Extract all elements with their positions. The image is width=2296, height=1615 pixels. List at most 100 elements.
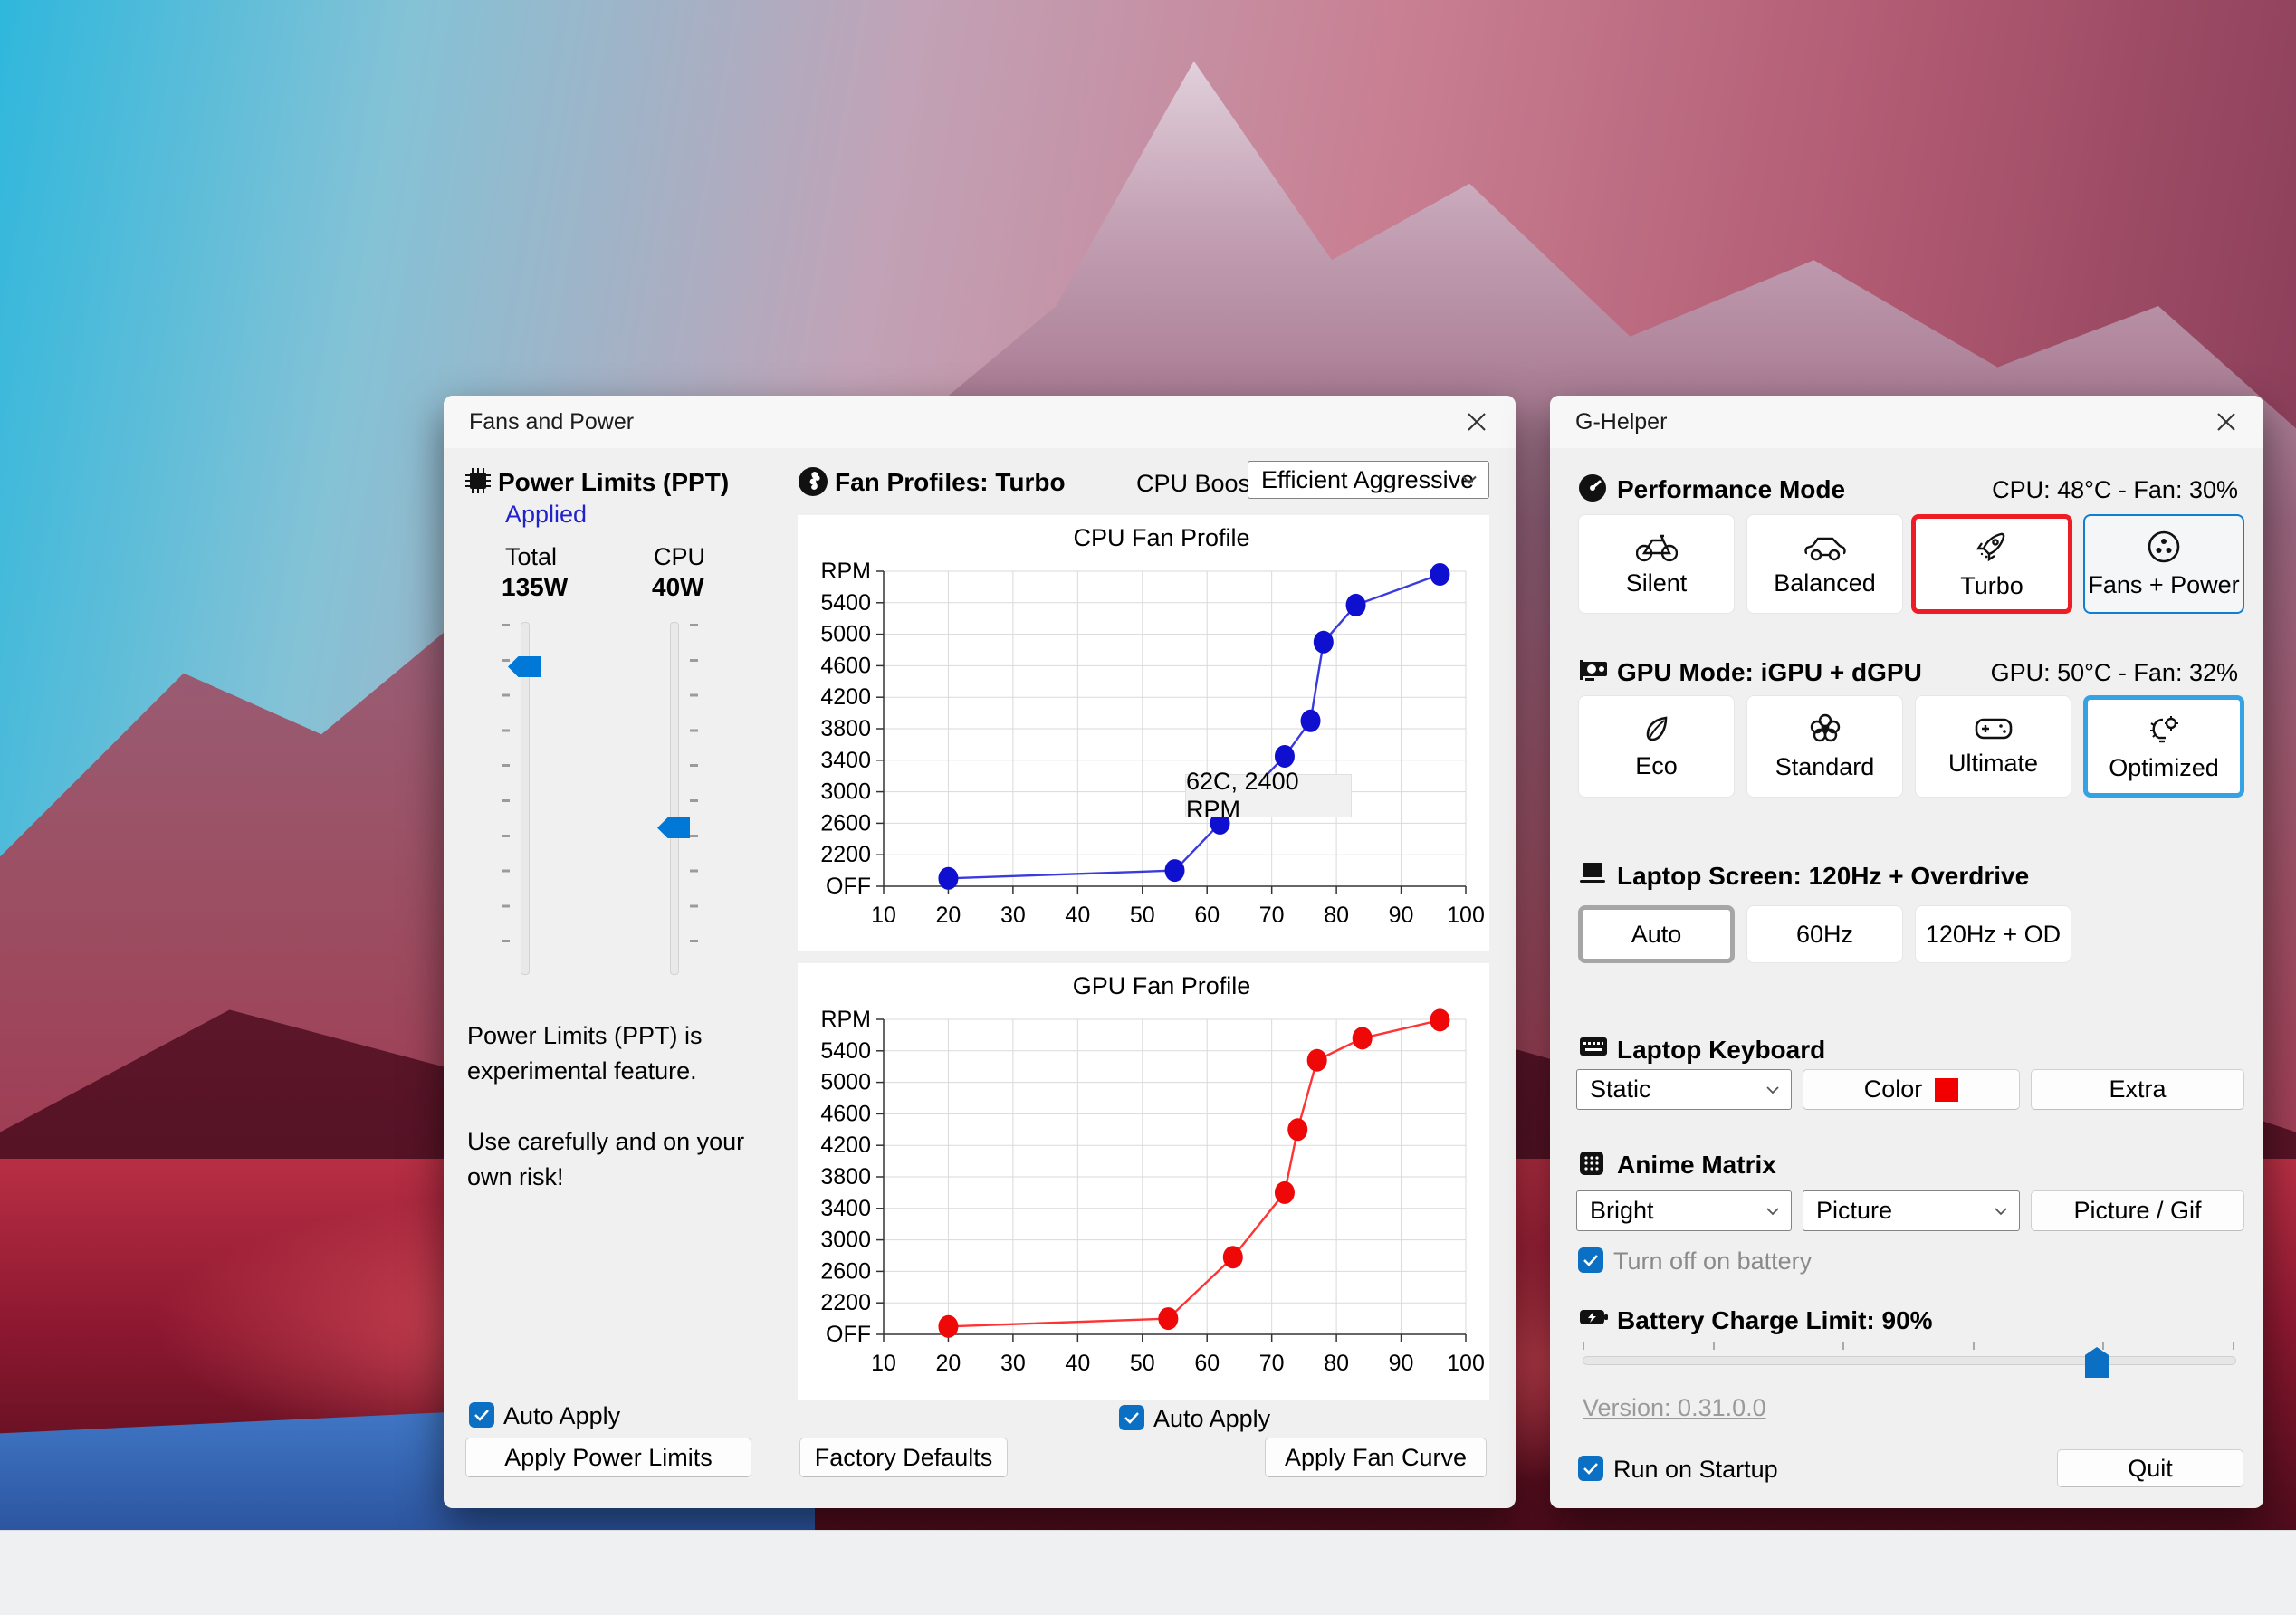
svg-text:100: 100 xyxy=(1447,903,1485,928)
mode-button-label: Fans + Power xyxy=(2088,570,2240,598)
svg-text:30: 30 xyxy=(1000,1351,1026,1376)
battery-slider-track[interactable] xyxy=(1583,1356,2236,1365)
screen-60hz-button[interactable]: 60Hz xyxy=(1746,905,1903,963)
cpu-boost-value: Efficient Aggressive xyxy=(1261,465,1475,493)
svg-text:90: 90 xyxy=(1389,903,1414,928)
svg-text:10: 10 xyxy=(871,1351,896,1376)
gpu-card-icon xyxy=(1580,660,1607,681)
gpu-fan-chart[interactable]: GPU Fan Profile RPM 5400 5000 4600 4200 3800 34… xyxy=(798,963,1489,1400)
quit-button[interactable]: Quit xyxy=(2057,1449,2243,1487)
gpu-mode-eco-button[interactable]: Eco xyxy=(1578,695,1735,798)
perf-mode-turbo-button[interactable]: Turbo xyxy=(1911,514,2072,614)
svg-text:2600: 2600 xyxy=(820,810,871,836)
svg-text:70: 70 xyxy=(1259,903,1285,928)
laptop-keyboard-heading: Laptop Keyboard xyxy=(1617,1036,1826,1064)
svg-text:100: 100 xyxy=(1447,1351,1485,1376)
auto-apply-fan-label: Auto Apply xyxy=(1153,1405,1271,1432)
version-link[interactable]: Version: 0.31.0.0 xyxy=(1583,1394,1766,1422)
battery-slider-ticks xyxy=(1583,1342,2234,1350)
keyboard-extra-button[interactable]: Extra xyxy=(2031,1069,2244,1110)
svg-text:50: 50 xyxy=(1130,1351,1155,1376)
close-icon[interactable] xyxy=(2213,408,2240,435)
fans-and-power-window: Fans and Power Power Limits (PPT) Applie… xyxy=(444,396,1516,1508)
cpu-slider-thumb[interactable] xyxy=(657,817,690,838)
keyboard-icon xyxy=(1580,1037,1607,1056)
gpu-mode-ultimate-button[interactable]: Ultimate xyxy=(1915,695,2071,798)
gpu-fan-chart-panel[interactable]: GPU Fan Profile RPM 5400 5000 4600 4200 3800 34… xyxy=(798,963,1489,1400)
svg-text:90: 90 xyxy=(1389,1351,1414,1376)
ghelper-title: G-Helper xyxy=(1575,409,1668,435)
battery-slider-thumb[interactable] xyxy=(2085,1347,2109,1378)
mode-button-label: Balanced xyxy=(1774,569,1876,597)
svg-text:5400: 5400 xyxy=(820,1038,871,1064)
cpu-fan-chart-panel[interactable]: CPU Fan Profile RPM 5400 5000 4600 4200 3800 34… xyxy=(798,515,1489,951)
gpu-temp-status: GPU: 50°C - Fan: 32% xyxy=(1990,659,2238,686)
svg-text:OFF: OFF xyxy=(826,1322,871,1347)
apply-power-limits-button[interactable]: Apply Power Limits xyxy=(465,1438,751,1477)
battery-charge-icon xyxy=(1580,1310,1608,1324)
screen-auto-button[interactable]: Auto xyxy=(1578,905,1735,963)
svg-text:80: 80 xyxy=(1324,1351,1349,1376)
mode-button-label: 60Hz xyxy=(1795,920,1854,948)
screen-120hz-od-button[interactable]: 120Hz + OD xyxy=(1915,905,2071,963)
applied-link[interactable]: Applied xyxy=(505,501,587,529)
performance-mode-heading: Performance Mode xyxy=(1617,475,1846,503)
total-slider-thumb[interactable] xyxy=(508,656,541,677)
svg-text:3000: 3000 xyxy=(820,779,871,805)
svg-text:4200: 4200 xyxy=(820,684,871,710)
chevron-down-icon xyxy=(1766,1207,1779,1215)
picture-gif-button[interactable]: Picture / Gif xyxy=(2031,1190,2244,1231)
color-swatch xyxy=(1935,1077,1959,1102)
gpu-mode-optimized-button[interactable]: Optimized xyxy=(2083,695,2244,798)
keyboard-mode-value: Static xyxy=(1590,1075,1651,1103)
svg-text:70: 70 xyxy=(1259,1351,1285,1376)
cpu-value: 40W xyxy=(652,573,704,601)
chevron-down-icon xyxy=(1462,475,1477,484)
svg-text:60: 60 xyxy=(1194,903,1220,928)
ghelper-titlebar: G-Helper xyxy=(1550,396,2263,448)
svg-text:RPM: RPM xyxy=(820,559,871,584)
power-limits-warning-2: Use carefully and on your own risk! xyxy=(467,1128,745,1190)
turn-off-on-battery-checkbox[interactable] xyxy=(1578,1247,1603,1273)
desktop: Fans and Power Power Limits (PPT) Applie… xyxy=(0,0,2296,1615)
perf-mode-fans-power-button[interactable]: Fans + Power xyxy=(2083,514,2244,614)
svg-text:40: 40 xyxy=(1065,903,1090,928)
total-value: 135W xyxy=(502,573,569,601)
laptop-screen-heading: Laptop Screen: 120Hz + Overdrive xyxy=(1617,862,2030,890)
svg-text:2600: 2600 xyxy=(820,1258,871,1284)
auto-apply-fan-checkbox[interactable] xyxy=(1119,1405,1144,1430)
run-on-startup-checkbox[interactable] xyxy=(1578,1456,1603,1481)
fan-icon xyxy=(799,467,828,496)
rocket-icon xyxy=(1976,532,2005,561)
cpu-boost-dropdown[interactable]: Efficient Aggressive xyxy=(1248,461,1489,499)
matrix-brightness-dropdown[interactable]: Bright xyxy=(1576,1190,1792,1231)
perf-mode-silent-button[interactable]: Silent xyxy=(1578,514,1735,614)
svg-text:5000: 5000 xyxy=(820,622,871,647)
svg-text:GPU Fan Profile: GPU Fan Profile xyxy=(1073,972,1251,999)
svg-text:3400: 3400 xyxy=(820,748,871,773)
gpu-mode-heading: GPU Mode: iGPU + dGPU xyxy=(1617,658,1922,686)
check-icon xyxy=(1124,1412,1139,1424)
matrix-mode-dropdown[interactable]: Picture xyxy=(1803,1190,2020,1231)
total-slider-ticks xyxy=(502,624,510,973)
fan-circle-icon xyxy=(2148,530,2180,562)
apply-fan-curve-button[interactable]: Apply Fan Curve xyxy=(1265,1438,1487,1477)
mode-button-label: 120Hz + OD xyxy=(1925,920,2062,948)
fans-window-titlebar: Fans and Power xyxy=(444,396,1516,448)
auto-apply-power-checkbox[interactable] xyxy=(469,1402,494,1428)
fan-profiles-heading: Fan Profiles: Turbo xyxy=(835,468,1066,496)
perf-mode-balanced-button[interactable]: Balanced xyxy=(1746,514,1903,614)
close-icon[interactable] xyxy=(1463,408,1490,435)
keyboard-color-button[interactable]: Color xyxy=(1803,1069,2020,1110)
svg-text:30: 30 xyxy=(1000,903,1026,928)
mode-button-label: Standard xyxy=(1775,753,1875,780)
fans-window-title: Fans and Power xyxy=(469,409,635,435)
cpu-slider-track[interactable] xyxy=(670,622,679,975)
total-label: Total xyxy=(505,543,558,570)
factory-defaults-button[interactable]: Factory Defaults xyxy=(799,1438,1008,1477)
keyboard-mode-dropdown[interactable]: Static xyxy=(1576,1069,1792,1110)
cpu-fan-chart[interactable]: CPU Fan Profile RPM 5400 5000 4600 4200 3800 34… xyxy=(798,515,1489,951)
leaf-icon xyxy=(1646,716,1667,741)
svg-text:3400: 3400 xyxy=(820,1196,871,1221)
gpu-mode-standard-button[interactable]: Standard xyxy=(1746,695,1903,798)
